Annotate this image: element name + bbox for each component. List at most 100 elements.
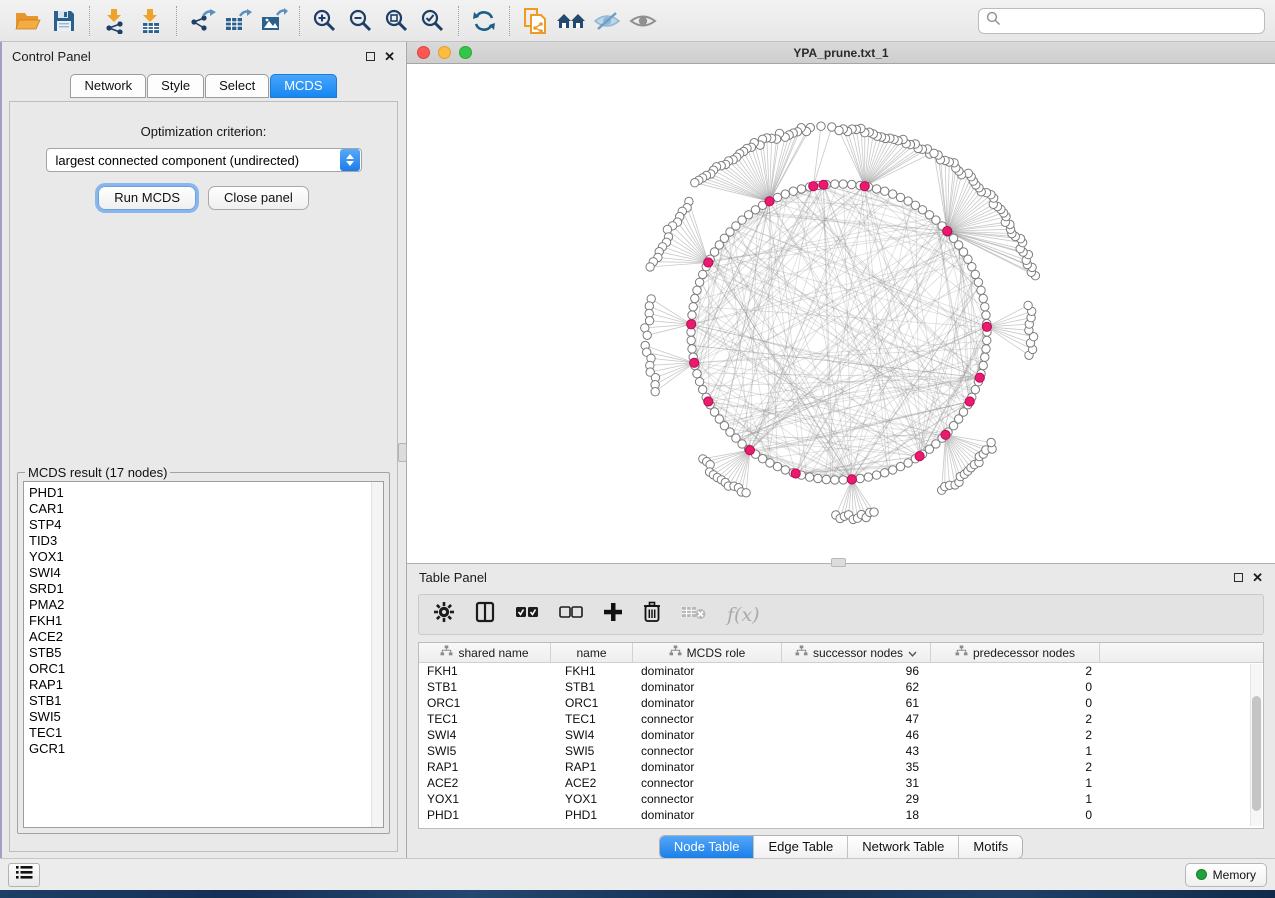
mcds-result-item[interactable]: ACE2 <box>29 629 371 645</box>
mcds-result-item[interactable]: SRD1 <box>29 581 371 597</box>
toolbar-separator <box>458 6 459 36</box>
mcds-result-item[interactable]: STP4 <box>29 517 371 533</box>
column-header-predecessor-nodes[interactable]: predecessor nodes <box>931 643 1100 662</box>
control-panel-header: Control Panel ✕ <box>2 42 405 70</box>
mcds-result-list[interactable]: PHD1CAR1STP4TID3YOX1SWI4SRD1PMA2FKH1ACE2… <box>23 481 384 828</box>
mcds-result-item[interactable]: PHD1 <box>29 485 371 501</box>
table-row[interactable]: RAP1RAP1dominator352 <box>419 759 1263 775</box>
column-header-name[interactable]: name <box>551 643 633 662</box>
zoom-fit-button[interactable] <box>379 4 415 38</box>
table-row[interactable]: SWI4SWI4dominator462 <box>419 727 1263 743</box>
close-panel-icon[interactable]: ✕ <box>384 52 395 61</box>
table-settings-button[interactable] <box>433 601 455 628</box>
vertical-splitter-handle[interactable] <box>398 443 407 462</box>
delete-column-button[interactable] <box>643 601 661 628</box>
table-cell: FKH1 <box>419 663 551 679</box>
import-network-button[interactable] <box>97 4 133 38</box>
select-all-rows-button[interactable] <box>515 605 539 624</box>
table-scrollbar-thumb[interactable] <box>1252 696 1261 811</box>
open-file-button[interactable] <box>10 4 46 38</box>
two-houses-button[interactable] <box>553 4 589 38</box>
import-table-button[interactable] <box>133 4 169 38</box>
optimization-criterion-label: Optimization criterion: <box>10 124 397 139</box>
refresh-view-button[interactable] <box>466 4 502 38</box>
mcds-result-item[interactable]: PMA2 <box>29 597 371 613</box>
eye-slash-button[interactable] <box>589 4 625 38</box>
export-image-button[interactable] <box>256 4 292 38</box>
deselect-all-rows-button[interactable] <box>559 605 583 624</box>
column-header-MCDS-role[interactable]: MCDS role <box>633 643 782 662</box>
mcds-result-item[interactable]: RAP1 <box>29 677 371 693</box>
mcds-result-item[interactable]: TEC1 <box>29 725 371 741</box>
mcds-result-item[interactable]: SWI4 <box>29 565 371 581</box>
sort-chevron-icon <box>908 646 917 660</box>
split-columns-button[interactable] <box>475 601 495 628</box>
documents-share-button[interactable] <box>517 4 553 38</box>
delete-table-button[interactable] <box>681 603 707 626</box>
network-graph[interactable] <box>407 64 1275 562</box>
float-panel-icon[interactable] <box>1234 573 1243 582</box>
memory-status-dot <box>1196 869 1207 880</box>
table-row[interactable]: YOX1YOX1connector291 <box>419 791 1263 807</box>
tab-style[interactable]: Style <box>147 74 204 98</box>
refresh-icon <box>471 8 497 34</box>
table-cell: 62 <box>782 679 931 695</box>
mcds-result-item[interactable]: YOX1 <box>29 549 371 565</box>
mcds-result-item[interactable]: ORC1 <box>29 661 371 677</box>
zoom-in-button[interactable] <box>307 4 343 38</box>
search-input[interactable] <box>1001 14 1257 28</box>
tab-motifs[interactable]: Motifs <box>958 836 1022 858</box>
export-table-button[interactable] <box>220 4 256 38</box>
add-column-button[interactable] <box>603 602 623 627</box>
mcds-result-item[interactable]: FKH1 <box>29 613 371 629</box>
table-cell: STB1 <box>551 679 633 695</box>
function-builder-button[interactable]: f(x) <box>727 604 760 626</box>
network-canvas[interactable] <box>407 64 1275 562</box>
table-cell: SWI4 <box>551 727 633 743</box>
close-panel-button[interactable]: Close panel <box>208 186 309 210</box>
eye-button[interactable] <box>625 4 661 38</box>
export-image-icon <box>260 8 288 34</box>
column-header-shared-name[interactable]: shared name <box>419 643 551 662</box>
mcds-result-item[interactable]: SWI5 <box>29 709 371 725</box>
optimization-criterion-select[interactable]: largest connected component (undirected) <box>46 148 362 172</box>
mcds-result-item[interactable]: GCR1 <box>29 741 371 757</box>
column-header-successor-nodes[interactable]: successor nodes <box>782 643 931 662</box>
run-mcds-button[interactable]: Run MCDS <box>98 186 196 210</box>
network-window-titlebar[interactable]: YPA_prune.txt_1 <box>407 42 1275 64</box>
table-row[interactable]: PHD1PHD1dominator180 <box>419 807 1263 823</box>
close-panel-icon[interactable]: ✕ <box>1252 573 1263 582</box>
main-toolbar <box>0 0 1275 42</box>
zoom-out-button[interactable] <box>343 4 379 38</box>
table-row[interactable]: STB1STB1dominator620 <box>419 679 1263 695</box>
tab-mcds[interactable]: MCDS <box>270 74 336 98</box>
memory-button[interactable]: Memory <box>1185 863 1267 887</box>
mcds-list-scrollbar[interactable] <box>371 482 383 827</box>
export-network-button[interactable] <box>184 4 220 38</box>
mcds-result-item[interactable]: STB1 <box>29 693 371 709</box>
table-row[interactable]: FKH1FKH1dominator962 <box>419 663 1263 679</box>
mcds-result-item[interactable]: CAR1 <box>29 501 371 517</box>
search-field[interactable] <box>978 8 1265 34</box>
floppy-disk-icon <box>52 9 76 33</box>
tab-node-table[interactable]: Node Table <box>660 836 754 858</box>
mcds-result-item[interactable]: TID3 <box>29 533 371 549</box>
zoom-selected-button[interactable] <box>415 4 451 38</box>
horizontal-splitter-handle[interactable] <box>831 558 846 567</box>
table-row[interactable]: ACE2ACE2connector311 <box>419 775 1263 791</box>
table-row[interactable]: SWI5SWI5connector431 <box>419 743 1263 759</box>
table-cell: 61 <box>782 695 931 711</box>
tab-network-table[interactable]: Network Table <box>847 836 958 858</box>
task-history-button[interactable] <box>8 863 40 887</box>
mcds-result-item[interactable]: STB5 <box>29 645 371 661</box>
tab-network[interactable]: Network <box>70 74 146 98</box>
float-panel-icon[interactable] <box>366 52 375 61</box>
save-session-button[interactable] <box>46 4 82 38</box>
tab-select[interactable]: Select <box>205 74 269 98</box>
table-panel-title: Table Panel <box>419 570 487 585</box>
table-row[interactable]: ORC1ORC1dominator610 <box>419 695 1263 711</box>
table-cell: TEC1 <box>419 711 551 727</box>
tab-edge-table[interactable]: Edge Table <box>753 836 847 858</box>
table-row[interactable]: TEC1TEC1connector472 <box>419 711 1263 727</box>
table-scrollbar[interactable] <box>1250 664 1262 826</box>
